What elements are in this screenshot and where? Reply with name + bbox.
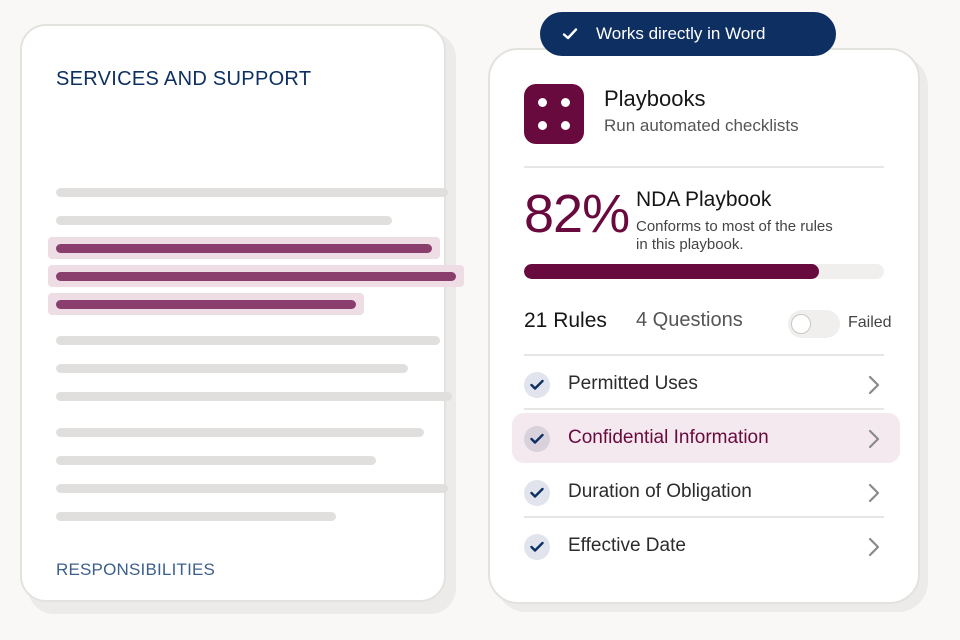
rule-row-permitted-uses[interactable]: Permitted Uses: [512, 359, 900, 409]
text-line: [56, 512, 336, 521]
failed-toggle-label: Failed: [848, 314, 892, 331]
tab-rules[interactable]: 21 Rules: [524, 309, 607, 333]
document-section-heading: RESPONSIBILITIES: [56, 560, 216, 579]
highlighted-text-line[interactable]: [56, 244, 432, 253]
failed-filter-toggle[interactable]: [788, 310, 840, 338]
highlighted-text-line[interactable]: [56, 272, 456, 281]
text-line: [56, 456, 376, 465]
rule-label: Permitted Uses: [568, 373, 698, 394]
rule-label: Confidential Information: [568, 427, 769, 448]
playbook-description: Conforms to most of the rules in this pl…: [636, 218, 833, 253]
chevron-right-icon: [868, 375, 880, 395]
tab-questions[interactable]: 4 Questions: [636, 309, 743, 332]
header-divider: [524, 166, 884, 168]
rule-row-confidential-information[interactable]: Confidential Information: [512, 413, 900, 463]
check-circle-icon: [524, 480, 550, 506]
conformance-progress-bar: [524, 264, 884, 279]
conformance-score: 82%: [524, 184, 630, 244]
app-subtitle: Run automated checklists: [604, 116, 799, 135]
text-line: [56, 188, 448, 197]
works-in-word-badge: Works directly in Word: [540, 12, 836, 56]
rule-row-effective-date[interactable]: Effective Date: [512, 521, 900, 571]
list-divider: [524, 516, 884, 518]
document-heading: SERVICES AND SUPPORT: [56, 68, 312, 90]
rule-label: Duration of Obligation: [568, 481, 752, 502]
chevron-right-icon: [868, 429, 880, 449]
text-line: [56, 364, 408, 373]
list-divider: [524, 354, 884, 356]
text-line: [56, 216, 392, 225]
badge-label: Works directly in Word: [596, 24, 766, 43]
check-circle-icon: [524, 534, 550, 560]
chevron-right-icon: [868, 483, 880, 503]
rule-row-duration-of-obligation[interactable]: Duration of Obligation: [512, 467, 900, 517]
chevron-right-icon: [868, 537, 880, 557]
text-line: [56, 484, 448, 493]
list-divider: [524, 408, 884, 410]
highlighted-text-line[interactable]: [56, 300, 356, 309]
playbook-name: NDA Playbook: [636, 188, 772, 211]
text-line: [56, 392, 452, 401]
check-circle-icon: [524, 372, 550, 398]
rule-label: Effective Date: [568, 535, 686, 556]
app-title: Playbooks: [604, 86, 706, 111]
check-circle-icon: [524, 426, 550, 452]
toggle-knob: [791, 314, 811, 334]
text-line: [56, 336, 440, 345]
text-line: [56, 428, 424, 437]
check-icon: [562, 26, 578, 42]
conformance-progress-fill: [524, 264, 820, 279]
dice-four-icon: [524, 84, 584, 144]
